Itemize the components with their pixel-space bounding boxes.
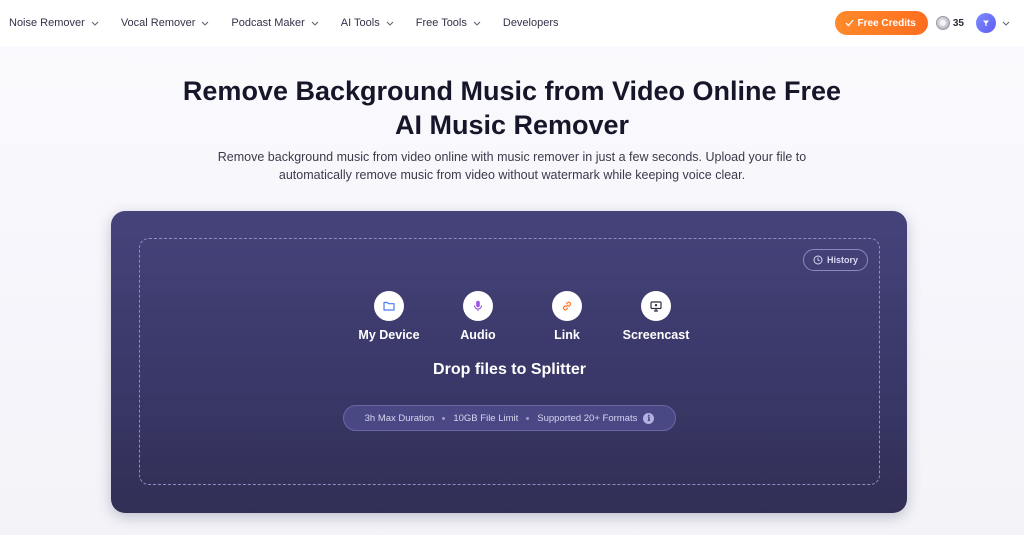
nav-item-label: Vocal Remover (120, 17, 196, 29)
page-title-line1: Remove Background Music from Video Onlin… (182, 76, 842, 106)
page-title-line2: AI Music Remover (394, 110, 630, 140)
folder-icon (374, 291, 404, 321)
file-dropzone[interactable]: History My Device Audio Link Screencast … (139, 238, 880, 485)
nav-item-free-tools[interactable]: Free Tools (416, 17, 481, 29)
credit-balance[interactable]: 35 (935, 16, 964, 30)
source-link[interactable]: Link (523, 291, 611, 342)
monitor-icon (641, 291, 671, 321)
source-screencast[interactable]: Screencast (612, 291, 700, 342)
upload-panel: History My Device Audio Link Screencast … (111, 211, 907, 513)
source-label: Audio (460, 328, 496, 342)
separator-dot (442, 416, 446, 420)
chevron-down-icon (91, 21, 99, 26)
link-icon (552, 291, 582, 321)
chevron-down-icon (386, 21, 394, 26)
source-audio[interactable]: Audio (434, 291, 522, 342)
chevron-down-icon (473, 21, 481, 26)
nav-right-group: Free Credits 35 (834, 0, 1010, 46)
nav-item-developers[interactable]: Developers (503, 17, 559, 29)
free-credits-label: Free Credits (857, 17, 916, 29)
page-subtitle-line1: Remove background music from video onlin… (217, 150, 807, 164)
check-icon (845, 19, 854, 27)
chevron-down-icon (311, 21, 319, 26)
source-my-device[interactable]: My Device (345, 291, 433, 342)
upload-sources: My Device Audio Link Screencast (345, 291, 701, 342)
nav-item-label: Developers (502, 17, 559, 29)
nav-item-vocal-remover[interactable]: Vocal Remover (121, 17, 210, 29)
clock-icon (813, 255, 823, 265)
nav-item-label: Noise Remover (9, 17, 85, 29)
top-nav: Noise Remover Vocal Remover Podcast Make… (0, 0, 1024, 46)
source-label: My Device (358, 328, 420, 342)
history-label: History (826, 255, 858, 265)
nav-item-noise-remover[interactable]: Noise Remover (9, 17, 99, 29)
chevron-down-icon[interactable] (1002, 21, 1010, 26)
history-button[interactable]: History (802, 249, 868, 271)
limit-file-size: 10GB File Limit (453, 412, 519, 424)
microphone-icon (463, 291, 493, 321)
coin-icon (935, 16, 950, 30)
nav-menu: Noise Remover Vocal Remover Podcast Make… (9, 17, 581, 29)
coin-count: 35 (952, 17, 964, 29)
upload-limits-pill: 3h Max Duration 10GB File Limit Supporte… (343, 405, 676, 431)
page-subtitle-line2: automatically remove music from video wi… (278, 168, 746, 182)
nav-item-label: AI Tools (340, 17, 380, 29)
nav-item-label: Free Tools (415, 17, 467, 29)
free-credits-button[interactable]: Free Credits (834, 11, 928, 35)
user-avatar-icon[interactable] (976, 13, 996, 33)
drop-files-text: Drop files to Splitter (433, 361, 586, 378)
source-label: Link (554, 328, 580, 342)
nav-item-podcast-maker[interactable]: Podcast Maker (231, 17, 319, 29)
page-subtitle: Remove background music from video onlin… (192, 148, 832, 184)
page-title: Remove Background Music from Video Onlin… (0, 74, 1024, 142)
separator-dot (526, 416, 530, 420)
nav-item-label: Podcast Maker (231, 17, 305, 29)
nav-item-ai-tools[interactable]: AI Tools (341, 17, 394, 29)
info-icon[interactable]: i (643, 412, 655, 424)
source-label: Screencast (622, 328, 690, 342)
chevron-down-icon (201, 21, 209, 26)
limit-duration: 3h Max Duration (364, 412, 435, 424)
limit-formats: Supported 20+ Formats (537, 412, 638, 424)
